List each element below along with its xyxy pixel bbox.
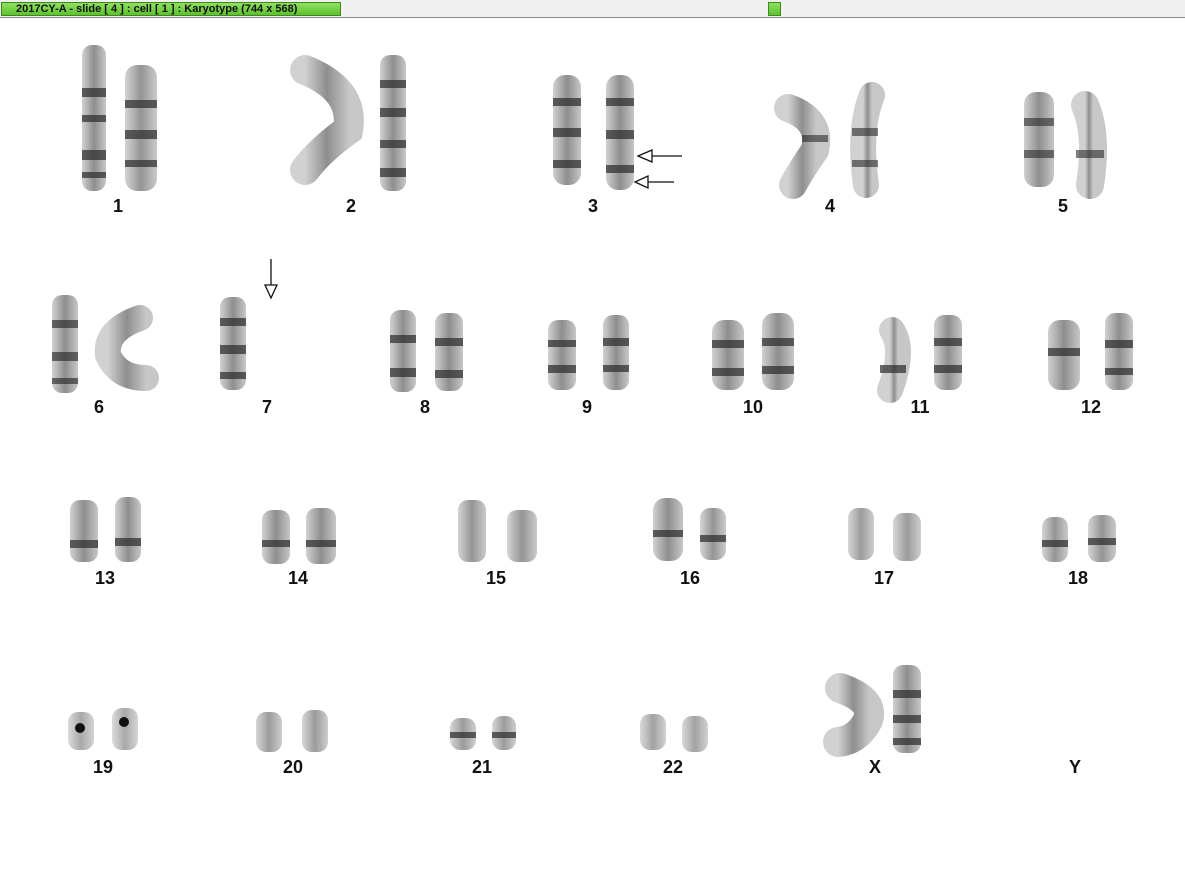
chromosome-pair-4[interactable]: 4	[774, 82, 885, 216]
chromosome-pair-1[interactable]: 1	[82, 45, 157, 216]
chromosome-pair-22[interactable]: 22	[640, 714, 708, 777]
chromosome-slot-y[interactable]: Y	[1069, 757, 1081, 777]
chromosome-label-7: 7	[262, 397, 272, 417]
chromosome-label-1: 1	[113, 196, 123, 216]
chromosome-label-9: 9	[582, 397, 592, 417]
chromosome-label-10: 10	[743, 397, 763, 417]
titlebar-scroll-marker[interactable]	[768, 2, 781, 16]
chromosome-pair-17[interactable]: 17	[848, 508, 921, 588]
chromosome-label-13: 13	[95, 568, 115, 588]
window-titlebar: 2017CY-A - slide [ 4 ] : cell [ 1 ] : Ka…	[0, 0, 1185, 18]
chromosome-pair-6[interactable]: 6	[52, 295, 159, 417]
missing-chromosome-arrow-icon	[263, 259, 279, 300]
karyogram-canvas: 1 2 3 4 5 6 7 8 9 10 11 12 13 14 15 16 1…	[52, 45, 1133, 777]
chromosome-label-12: 12	[1081, 397, 1101, 417]
chromosome-label-y: Y	[1069, 757, 1081, 777]
chromosome-pair-13[interactable]: 13	[70, 497, 141, 588]
chromosome-label-5: 5	[1058, 196, 1068, 216]
chromosome-pair-12[interactable]: 12	[1048, 313, 1133, 417]
chromosome-label-14: 14	[288, 568, 308, 588]
chromosome-pair-10[interactable]: 10	[712, 313, 794, 417]
window-title-tab[interactable]: 2017CY-A - slide [ 4 ] : cell [ 1 ] : Ka…	[1, 2, 341, 16]
chromosome-pair-5[interactable]: 5	[1024, 91, 1108, 216]
chromosome-label-8: 8	[420, 397, 430, 417]
chromosome-pair-21[interactable]: 21	[450, 716, 516, 777]
chromosome-pair-7[interactable]: 7	[220, 297, 272, 417]
chromosome-label-19: 19	[93, 757, 113, 777]
chromosome-pair-19[interactable]: 19	[68, 708, 138, 777]
chromosome-pair-x[interactable]: X	[823, 665, 921, 777]
abnormality-arrow-icon	[633, 174, 674, 190]
chromosome-pair-14[interactable]: 14	[262, 508, 336, 588]
chromosome-label-18: 18	[1068, 568, 1088, 588]
chromosome-label-17: 17	[874, 568, 894, 588]
abnormality-arrow-icon	[636, 149, 682, 163]
chromosome-pair-20[interactable]: 20	[256, 710, 328, 777]
chromosome-pair-16[interactable]: 16	[653, 498, 726, 588]
chromosome-pair-2[interactable]: 2	[290, 55, 406, 216]
chromosome-label-16: 16	[680, 568, 700, 588]
chromosome-label-22: 22	[663, 757, 683, 777]
chromosome-pair-3[interactable]: 3	[553, 75, 634, 216]
chromosome-pair-9[interactable]: 9	[548, 315, 629, 417]
chromosome-pair-15[interactable]: 15	[458, 500, 537, 588]
chromosome-pair-18[interactable]: 18	[1042, 515, 1116, 588]
chromosome-label-3: 3	[588, 196, 598, 216]
chromosome-label-4: 4	[825, 196, 835, 216]
chromosome-label-21: 21	[472, 757, 492, 777]
chromosome-pair-11[interactable]: 11	[877, 315, 962, 417]
chromosome-label-15: 15	[486, 568, 506, 588]
chromosome-label-20: 20	[283, 757, 303, 777]
chromosome-label-2: 2	[346, 196, 356, 216]
chromosome-pair-8[interactable]: 8	[390, 310, 463, 417]
chromosome-label-11: 11	[910, 397, 929, 417]
chromosome-label-x: X	[869, 757, 881, 777]
chromosome-label-6: 6	[94, 397, 104, 417]
